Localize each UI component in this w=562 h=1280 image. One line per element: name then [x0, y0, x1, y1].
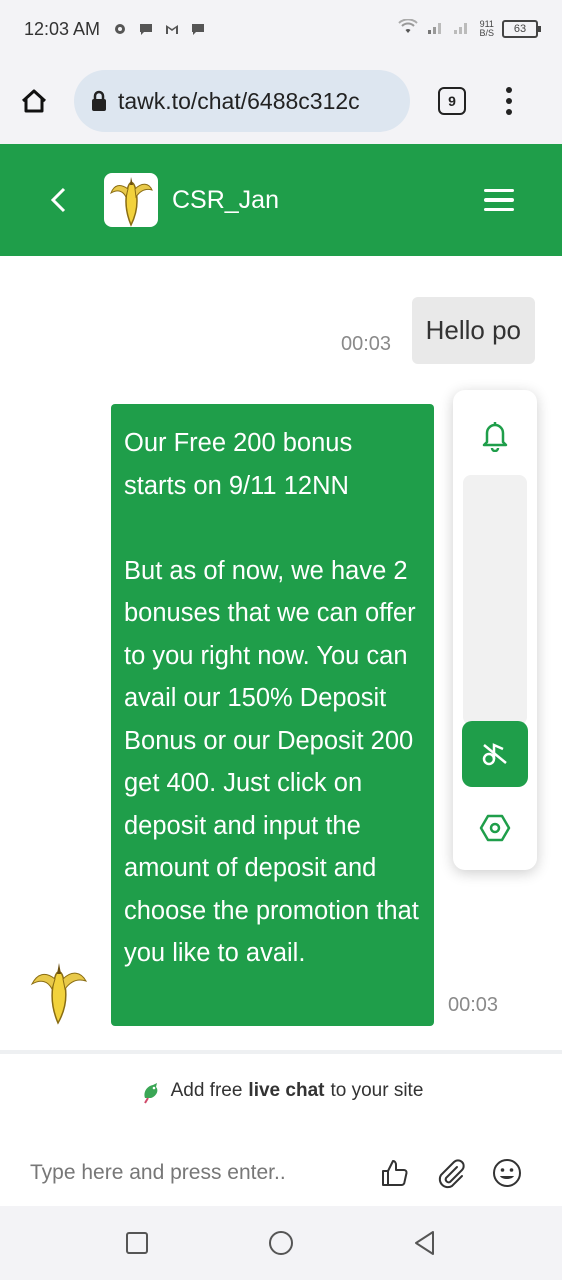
message-timestamp: 00:03: [448, 994, 499, 1016]
status-bar: 12:03 AM 911 B/S 63: [0, 0, 562, 58]
agent-message: Our Free 200 bonus starts on 9/11 12NN B…: [111, 404, 434, 1026]
emoji-icon[interactable]: [490, 1156, 524, 1190]
gear-icon: [112, 21, 128, 37]
lock-icon: [92, 90, 106, 111]
agent-name: CSR_Jan: [172, 185, 279, 214]
visitor-message: Hello po: [411, 297, 535, 364]
agent-avatar: [26, 959, 90, 1025]
message-input[interactable]: [30, 1161, 360, 1185]
agent-avatar: [104, 173, 158, 227]
tab-count: 9: [448, 93, 456, 109]
sound-off-icon[interactable]: [462, 721, 528, 787]
tawk-bird-icon: [143, 1083, 157, 1104]
home-icon[interactable]: [14, 81, 54, 121]
home-circle-icon[interactable]: [268, 1230, 294, 1256]
tawk-branding-link[interactable]: Add free live chat to your site: [0, 1078, 562, 1104]
attachment-icon[interactable]: [434, 1156, 468, 1190]
recents-icon[interactable]: [124, 1230, 150, 1256]
chat-header: CSR_Jan: [0, 144, 562, 256]
menu-icon[interactable]: [484, 188, 514, 212]
system-nav-bar: [0, 1206, 562, 1280]
status-time: 12:03 AM: [24, 18, 101, 39]
url-text: tawk.to/chat/6488c312c: [118, 87, 360, 114]
wifi-icon: [397, 17, 419, 40]
back-triangle-icon[interactable]: [412, 1230, 438, 1256]
overflow-menu-icon[interactable]: [506, 87, 512, 115]
signal-icon: [427, 19, 445, 40]
signal-icon: [453, 19, 471, 40]
branding-suffix: to your site: [330, 1080, 424, 1101]
side-widget: [453, 390, 537, 870]
message-composer: [0, 1140, 562, 1206]
branding-bold: live chat: [248, 1080, 325, 1101]
branding-prefix: Add free: [170, 1080, 243, 1101]
gmail-icon: [164, 21, 180, 37]
battery-level: 63: [513, 23, 527, 35]
bell-icon[interactable]: [479, 418, 511, 453]
net-speed: 911 B/S: [479, 20, 494, 38]
browser-toolbar: tawk.to/chat/6488c312c 9: [0, 58, 562, 144]
hexagon-settings-icon[interactable]: [479, 812, 511, 844]
thumbs-up-icon[interactable]: [378, 1156, 412, 1190]
footer-divider: [0, 1050, 562, 1054]
address-bar[interactable]: tawk.to/chat/6488c312c: [74, 70, 410, 132]
back-icon[interactable]: [44, 185, 74, 215]
net-speed-unit: B/S: [479, 28, 494, 38]
chat-bubble-icon: [138, 21, 154, 37]
message-timestamp: 00:03: [341, 333, 392, 355]
battery-icon: 63: [502, 20, 541, 38]
widget-slider-track: [463, 475, 527, 725]
chat-bubble-icon: [190, 21, 206, 37]
tab-switcher-button[interactable]: 9: [438, 87, 466, 115]
